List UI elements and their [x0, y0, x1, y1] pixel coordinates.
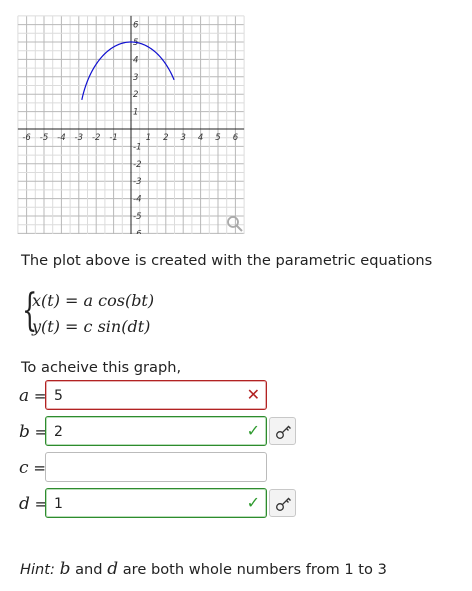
intro-text: To acheive this graph, [21, 359, 182, 376]
hint-rest: are both whole numbers from 1 to 3 [122, 561, 387, 578]
y-tick-label: 1 [133, 108, 138, 118]
x-tick-label: -3 [75, 133, 83, 143]
input-c[interactable] [45, 452, 267, 482]
check-icon: ✓ [246, 421, 260, 440]
y-tick-label: -5 [133, 212, 141, 222]
hint-prefix: Hint: [20, 561, 55, 578]
hint-var-b: b [59, 559, 71, 579]
input-d[interactable]: 1 ✓ [45, 488, 267, 518]
hint-text: Hint: b and d are both whole numbers fro… [20, 559, 387, 579]
input-b[interactable]: 2 ✓ [45, 416, 267, 446]
input-a[interactable]: 5 ✕ [45, 380, 267, 410]
parametric-equations: { x(t) = a cos(bt) y(t) = c sin(dt) [22, 286, 192, 340]
y-tick-label: 4 [133, 55, 138, 65]
field-label-c: c = [19, 458, 46, 478]
y-tick-label: -3 [133, 177, 141, 187]
x-tick-label: 6 [233, 133, 239, 143]
field-label-a: a = [19, 386, 47, 406]
y-tick-label: 6 [133, 21, 139, 31]
show-answer-button-b[interactable] [269, 417, 296, 445]
show-answer-button-d[interactable] [269, 489, 296, 517]
key-icon [276, 497, 291, 511]
x-tick-label: -2 [92, 133, 100, 143]
y-tick-label: 2 [133, 90, 138, 100]
parametric-graph: -6-5-4-3-2-1123456654321-1-2-3-4-5-6 [17, 15, 245, 234]
description-text: The plot above is created with the param… [21, 252, 433, 269]
input-b-value: 2 [54, 424, 63, 440]
equation-y: y(t) = c sin(dt) [32, 317, 151, 336]
y-tick-label: -1 [133, 142, 141, 152]
x-tick-label: -4 [57, 133, 65, 143]
cross-icon: ✕ [246, 385, 260, 404]
x-tick-label: -5 [40, 133, 48, 143]
y-tick-label: -2 [133, 160, 141, 170]
input-a-value: 5 [54, 388, 63, 404]
x-tick-label: 5 [215, 133, 220, 143]
magnifier-handle [235, 224, 243, 232]
x-tick-label: 1 [146, 133, 151, 143]
equation-x: x(t) = a cos(bt) [32, 291, 155, 310]
x-tick-label: 4 [198, 133, 203, 143]
key-icon [276, 425, 291, 439]
hint-var-d: d [107, 559, 119, 579]
y-tick-label: -4 [133, 195, 141, 205]
input-d-value: 1 [54, 496, 63, 512]
x-tick-label: 2 [163, 133, 168, 143]
x-tick-label: -1 [109, 133, 117, 143]
field-label-d: d = [19, 494, 48, 514]
hint-and: and [75, 561, 103, 578]
x-tick-label: 3 [180, 133, 185, 143]
field-label-b: b = [19, 422, 48, 442]
y-tick-label: -6 [133, 229, 142, 234]
check-icon: ✓ [246, 493, 260, 512]
x-tick-label: -6 [22, 133, 31, 143]
y-tick-label: 3 [133, 73, 138, 83]
